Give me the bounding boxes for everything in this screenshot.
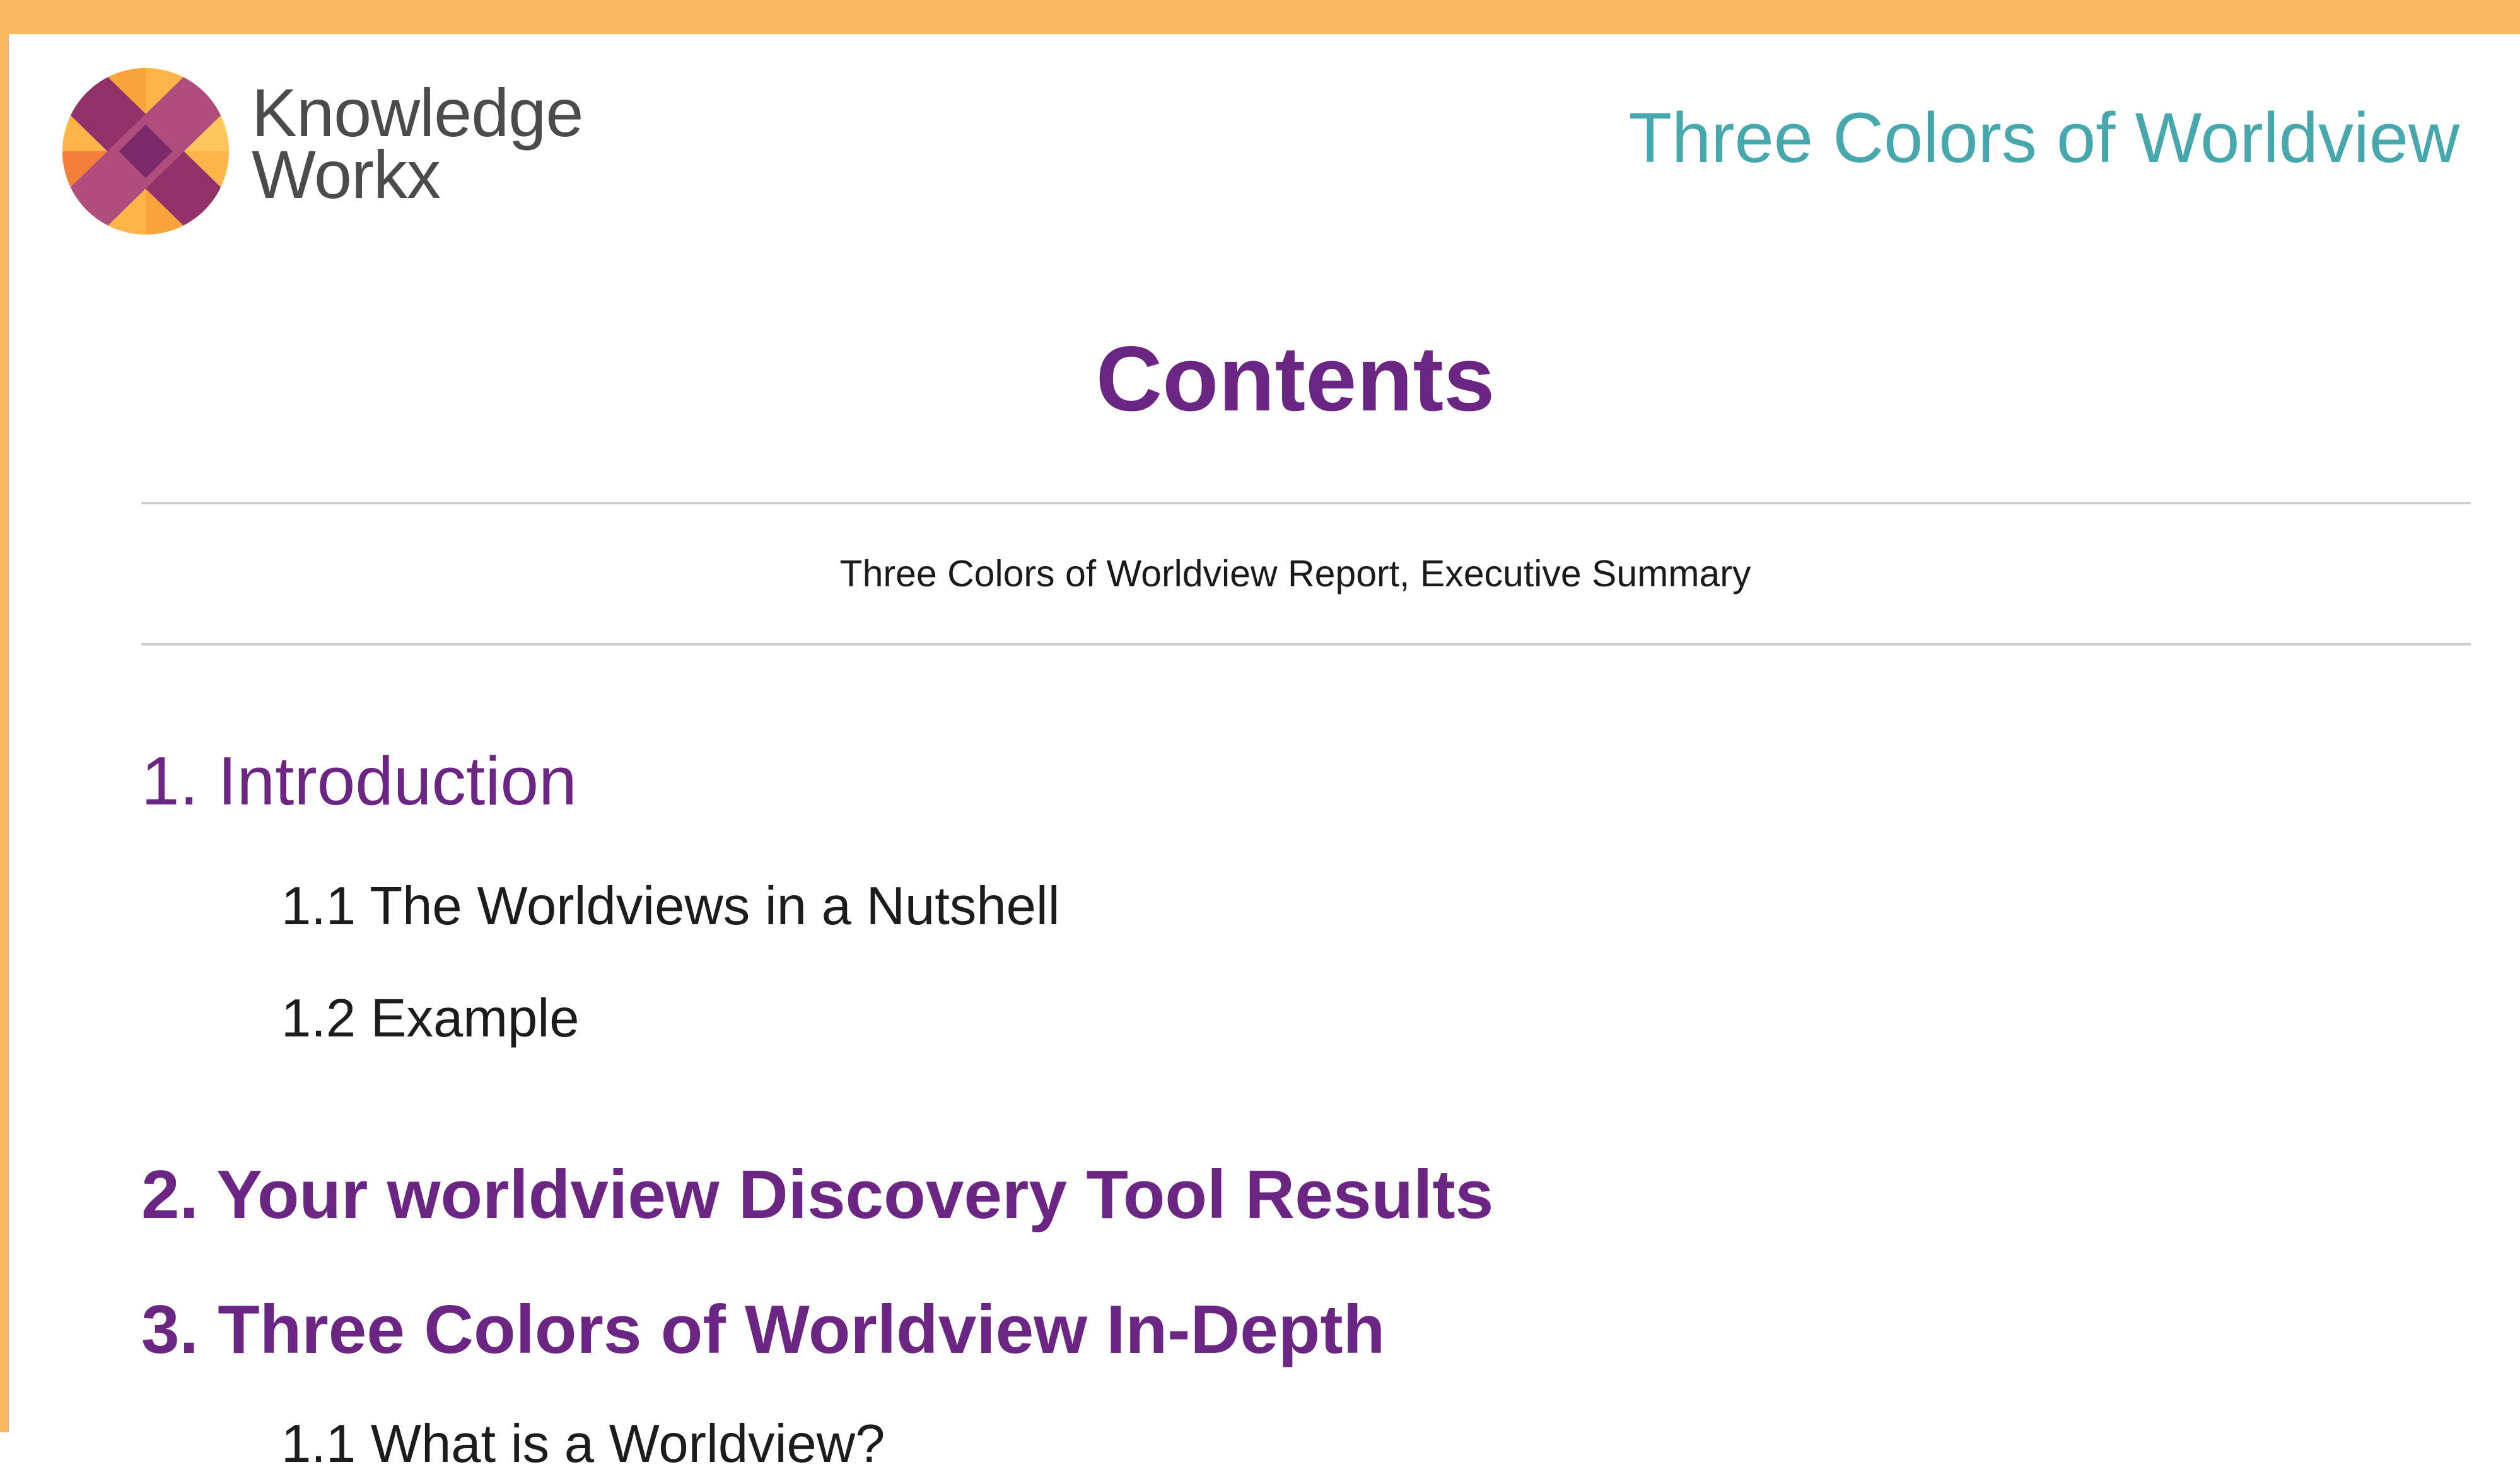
- toc-subsection-what-is-worldview[interactable]: 1.1 What is a Worldview?: [281, 1410, 885, 1479]
- divider-top: [141, 502, 2471, 504]
- toc-section-introduction[interactable]: 1. Introduction: [141, 740, 577, 822]
- toc-section-in-depth[interactable]: 3. Three Colors of Worldview In-Depth: [141, 1289, 1385, 1371]
- toc-subsection-worldviews-nutshell[interactable]: 1.1 The Worldviews in a Nutshell: [281, 872, 1060, 941]
- document-page: Knowledge Workx Three Colors of Worldvie…: [9, 34, 2520, 1474]
- top-frame-bar: [0, 0, 2520, 34]
- divider-bottom: [141, 643, 2471, 646]
- brand-line-1: Knowledge: [252, 74, 583, 151]
- document-header-title: Three Colors of Worldview: [1628, 98, 2459, 177]
- brand-name: Knowledge Workx: [252, 74, 583, 212]
- brand-line-2: Workx: [252, 136, 441, 212]
- knowledge-workx-logo-icon: [61, 68, 231, 235]
- left-frame-bar: [0, 0, 9, 1432]
- report-subtitle: Three Colors of Worldview Report, Execut…: [839, 553, 1751, 594]
- contents-heading: Contents: [1095, 327, 1495, 430]
- toc-section-discovery-tool-results[interactable]: 2. Your worldview Discovery Tool Results: [141, 1154, 1493, 1236]
- toc-subsection-example[interactable]: 1.2 Example: [281, 984, 579, 1053]
